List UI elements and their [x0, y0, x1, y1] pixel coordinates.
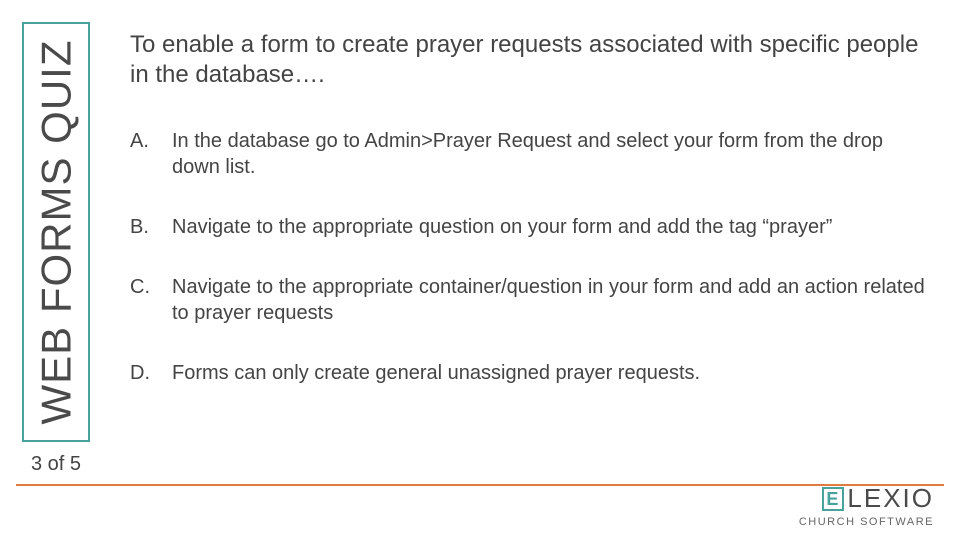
- page-counter: 3 of 5: [22, 453, 90, 476]
- quiz-content: To enable a form to create prayer reques…: [130, 30, 930, 420]
- option-text: In the database go to Admin>Prayer Reque…: [164, 128, 930, 180]
- option-letter: D.: [130, 360, 164, 386]
- brand-e-icon: E: [822, 487, 844, 511]
- option-letter: C.: [130, 274, 164, 326]
- brand-name: E LEXIO: [799, 483, 934, 514]
- brand-rest: LEXIO: [847, 483, 934, 514]
- option-text: Navigate to the appropriate question on …: [164, 214, 930, 240]
- option-letter: A.: [130, 128, 164, 180]
- question-text: To enable a form to create prayer reques…: [130, 30, 930, 90]
- sidebar-title-box: WEB FORMS QUIZ: [22, 22, 90, 442]
- option-c: C. Navigate to the appropriate container…: [130, 274, 930, 326]
- option-b: B. Navigate to the appropriate question …: [130, 214, 930, 240]
- option-d: D. Forms can only create general unassig…: [130, 360, 930, 386]
- option-text: Forms can only create general unassigned…: [164, 360, 930, 386]
- sidebar-title: WEB FORMS QUIZ: [32, 40, 80, 425]
- option-a: A. In the database go to Admin>Prayer Re…: [130, 128, 930, 180]
- option-letter: B.: [130, 214, 164, 240]
- brand-subtitle: CHURCH SOFTWARE: [799, 516, 934, 528]
- options-list: A. In the database go to Admin>Prayer Re…: [130, 128, 930, 386]
- brand-logo: E LEXIO CHURCH SOFTWARE: [799, 483, 934, 528]
- option-text: Navigate to the appropriate container/qu…: [164, 274, 930, 326]
